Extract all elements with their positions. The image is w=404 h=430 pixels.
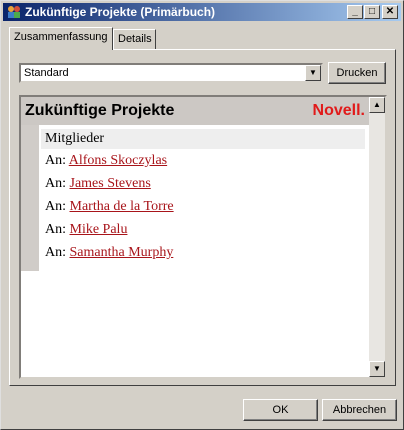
recipient-prefix: An:	[45, 245, 70, 260]
tab-details[interactable]: Details	[113, 29, 156, 49]
scroll-down-icon[interactable]: ▼	[369, 361, 385, 377]
view-select-value: Standard	[24, 67, 69, 79]
member-link[interactable]: Mike Palu	[70, 222, 128, 237]
list-item: An: Samantha Murphy	[41, 241, 365, 264]
recipient-prefix: An:	[45, 176, 70, 191]
view-select[interactable]: Standard ▼	[19, 63, 323, 83]
title-bar[interactable]: Zukünftige Projekte (Primärbuch) _ □ ✕	[3, 3, 401, 21]
cancel-button[interactable]: Abbrechen	[322, 399, 397, 421]
window-title: Zukünftige Projekte (Primärbuch)	[25, 5, 216, 19]
member-link[interactable]: Alfons Skoczylas	[69, 153, 167, 168]
tab-zusammenfassung[interactable]: Zusammenfassung	[9, 27, 113, 50]
recipient-prefix: An:	[45, 199, 70, 214]
novell-logo: Novell.	[312, 102, 365, 119]
close-button[interactable]: ✕	[382, 5, 398, 19]
maximize-button[interactable]: □	[364, 5, 380, 19]
ok-button[interactable]: OK	[243, 399, 318, 421]
summary-view: Zukünftige Projekte Novell. Mitglieder A…	[19, 95, 387, 379]
recipient-prefix: An:	[45, 153, 69, 168]
minimize-button[interactable]: _	[347, 5, 363, 19]
list-item: An: Mike Palu	[41, 218, 365, 241]
recipient-prefix: An:	[45, 222, 70, 237]
close-icon: ✕	[385, 6, 395, 17]
members-list: Mitglieder An: Alfons Skoczylas An: Jame…	[41, 129, 365, 264]
chevron-down-icon[interactable]: ▼	[305, 65, 321, 81]
member-link[interactable]: Martha de la Torre	[70, 199, 174, 214]
summary-title: Zukünftige Projekte	[25, 102, 175, 119]
list-item: An: Alfons Skoczylas	[41, 149, 365, 172]
members-header: Mitglieder	[41, 129, 365, 149]
vertical-scrollbar[interactable]: ▲ ▼	[369, 97, 385, 377]
users-icon	[8, 6, 20, 18]
list-item: An: Martha de la Torre	[41, 195, 365, 218]
member-link[interactable]: Samantha Murphy	[70, 245, 174, 260]
print-button[interactable]: Drucken	[328, 62, 386, 84]
list-item: An: James Stevens	[41, 172, 365, 195]
dialog-window: Zukünftige Projekte (Primärbuch) _ □ ✕ Z…	[0, 0, 404, 430]
summary-header: Zukünftige Projekte Novell.	[21, 97, 369, 125]
left-margin-bar	[21, 125, 39, 271]
minimize-icon: _	[352, 6, 358, 17]
member-link[interactable]: James Stevens	[70, 176, 151, 191]
scroll-up-icon[interactable]: ▲	[369, 97, 385, 113]
maximize-icon: □	[368, 6, 376, 17]
